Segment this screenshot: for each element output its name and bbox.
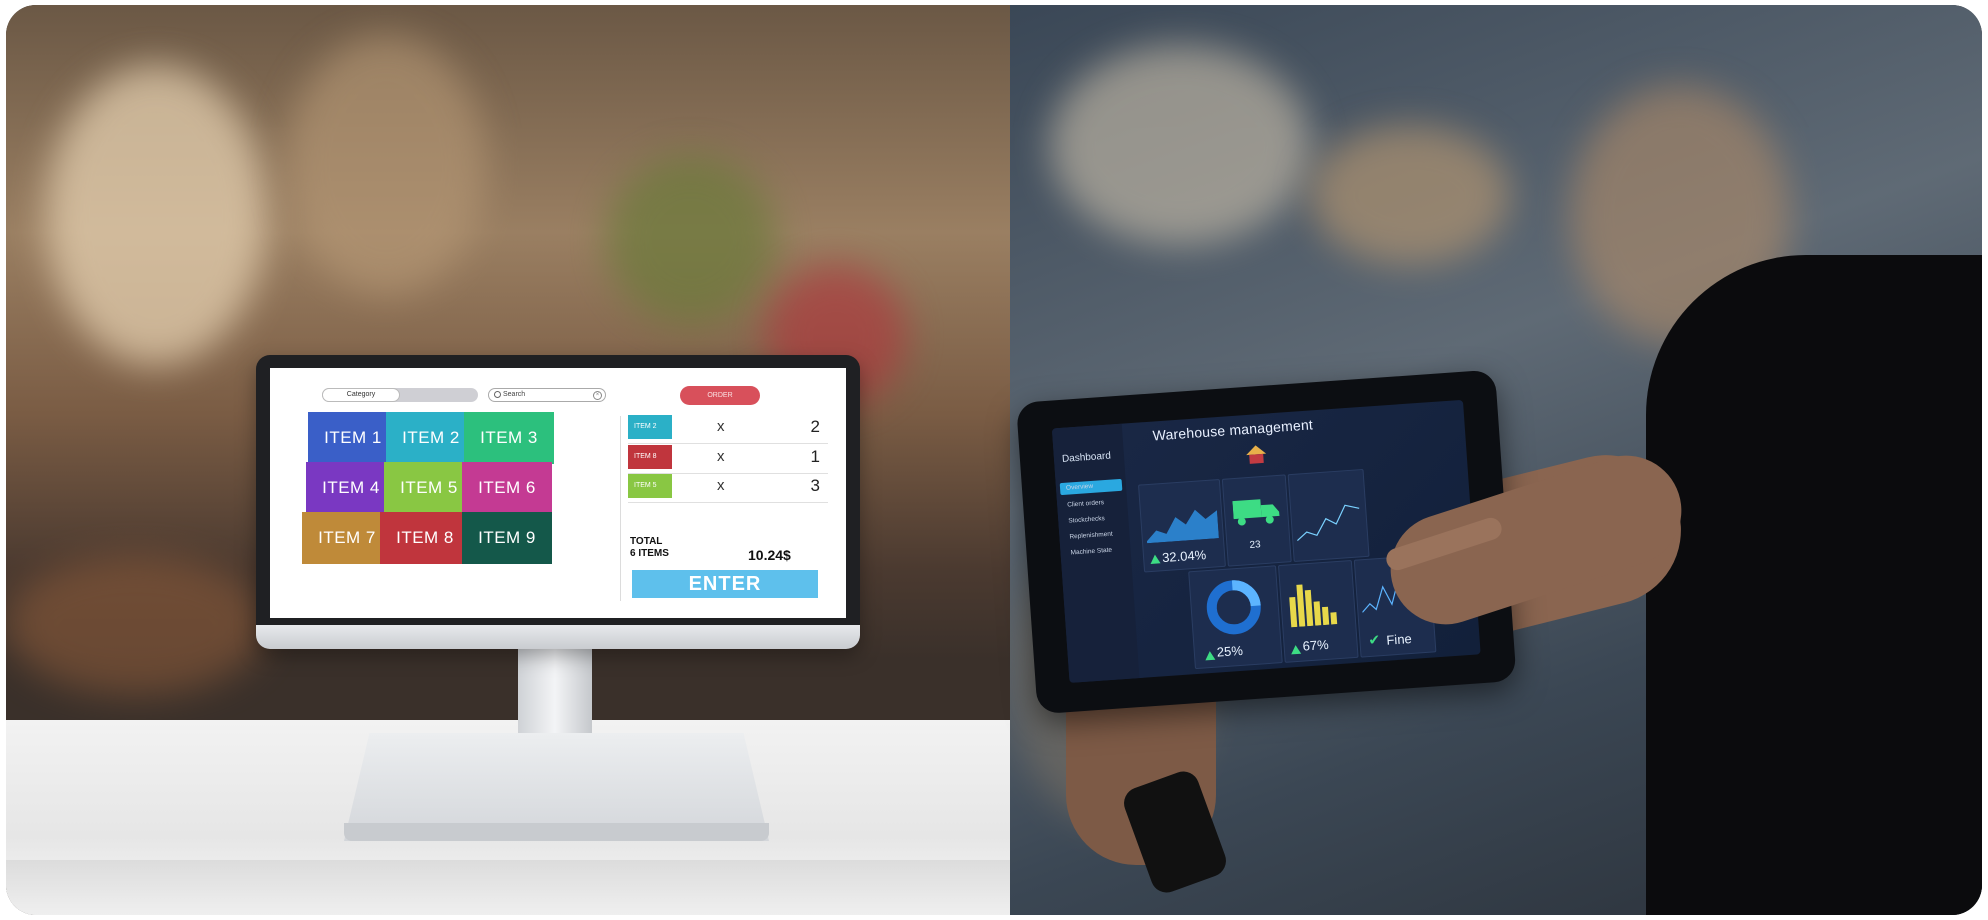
- window-light: [46, 65, 266, 365]
- total-label: TOTAL: [630, 536, 663, 547]
- scatter-card: [1287, 468, 1370, 563]
- total-amount: 10.24$: [748, 547, 791, 563]
- bars-card: 67%: [1277, 559, 1359, 663]
- shelf-boxes-blur: [1050, 45, 1310, 245]
- order-button[interactable]: ORDER: [680, 386, 760, 405]
- pos-monitor-chin: [256, 625, 860, 649]
- search-icon: [494, 391, 501, 398]
- order-quantity: 1: [810, 447, 820, 466]
- order-multiply-sign: x: [717, 477, 725, 494]
- dashboard-title: Warehouse management: [1152, 416, 1314, 444]
- plant-blur: [606, 155, 776, 325]
- donut-chart-icon: [1206, 580, 1261, 635]
- wall-frame: [286, 35, 486, 295]
- bar-chart-icon: [1289, 584, 1338, 628]
- order-item-tag[interactable]: ITEM 5: [628, 474, 672, 498]
- item-tile-2[interactable]: ITEM 2: [386, 412, 476, 464]
- pos-divider: [620, 416, 621, 601]
- item-tile-8[interactable]: ITEM 8: [380, 512, 470, 564]
- order-multiply-sign: x: [717, 448, 725, 465]
- sidebar-item-replenishment[interactable]: Replenishment: [1069, 531, 1113, 541]
- monitor-stand-foot: [344, 823, 769, 841]
- area-chart-icon: [1146, 509, 1219, 544]
- scatter-line-icon: [1296, 504, 1360, 542]
- truck-icon: [1232, 499, 1280, 526]
- items-count: 6 ITEMS: [630, 548, 669, 559]
- item-tile-3[interactable]: ITEM 3: [464, 412, 554, 464]
- order-multiply-sign: x: [717, 418, 725, 435]
- order-row-divider: [628, 443, 828, 444]
- growth-value: 32.04%: [1161, 547, 1207, 566]
- category-toggle-active[interactable]: Category: [322, 388, 400, 402]
- category-toggle[interactable]: Category: [322, 388, 478, 402]
- item-tile-7[interactable]: ITEM 7: [302, 512, 392, 564]
- order-item-tag[interactable]: ITEM 2: [628, 415, 672, 439]
- order-total-block: TOTAL 6 ITEMS: [630, 536, 669, 560]
- sidebar-title: Dashboard: [1061, 450, 1112, 465]
- pos-screen: Category Search × ORDER ITEM 1 ITEM 2 ITEM…: [270, 368, 846, 618]
- sidebar-item-client-orders[interactable]: Client orders: [1067, 499, 1104, 509]
- shelf-boxes-blur-2: [1310, 125, 1510, 265]
- clear-icon[interactable]: ×: [593, 391, 602, 400]
- bars-up-icon: [1290, 644, 1302, 655]
- sidebar-item-machine-state[interactable]: Machine State: [1070, 547, 1112, 557]
- item-tile-5[interactable]: ITEM 5: [384, 462, 474, 514]
- check-icon: ✔: [1367, 631, 1381, 648]
- order-quantity: 3: [810, 476, 820, 495]
- order-quantity: 2: [810, 417, 820, 436]
- photo-collage: Category Search × ORDER ITEM 1 ITEM 2 ITEM…: [6, 5, 1982, 915]
- donut-card: 25%: [1188, 565, 1283, 670]
- sidebar-item-stockchecks[interactable]: Stockchecks: [1068, 515, 1105, 525]
- enter-button[interactable]: ENTER: [632, 570, 818, 598]
- trucks-value: 23: [1249, 539, 1261, 552]
- table-blur: [6, 555, 266, 695]
- donut-up-icon: [1204, 650, 1216, 661]
- warehouse-icon: [1246, 445, 1267, 464]
- item-tile-9[interactable]: ITEM 9: [462, 512, 552, 564]
- donut-value: 25%: [1216, 642, 1244, 660]
- tablet-sidebar: Dashboard Overview Client orders Stockch…: [1051, 423, 1140, 683]
- status-value: Fine: [1385, 630, 1413, 648]
- order-item-tag[interactable]: ITEM 8: [628, 445, 672, 469]
- item-tile-4[interactable]: ITEM 4: [306, 462, 396, 514]
- bars-value: 67%: [1302, 636, 1330, 654]
- pos-search-placeholder: Search: [503, 391, 526, 398]
- item-tile-6[interactable]: ITEM 6: [462, 462, 552, 514]
- order-row-divider: [628, 502, 828, 503]
- pos-search-input[interactable]: Search ×: [488, 388, 606, 402]
- trucks-card: 23: [1221, 474, 1292, 567]
- counter-edge: [6, 860, 1010, 915]
- person-torso: [1646, 255, 1982, 915]
- restaurant-scene: Category Search × ORDER ITEM 1 ITEM 2 ITEM…: [6, 5, 1010, 915]
- item-tile-1[interactable]: ITEM 1: [308, 412, 398, 464]
- growth-up-icon: [1149, 554, 1161, 565]
- summary-card: 32.04%: [1137, 478, 1226, 573]
